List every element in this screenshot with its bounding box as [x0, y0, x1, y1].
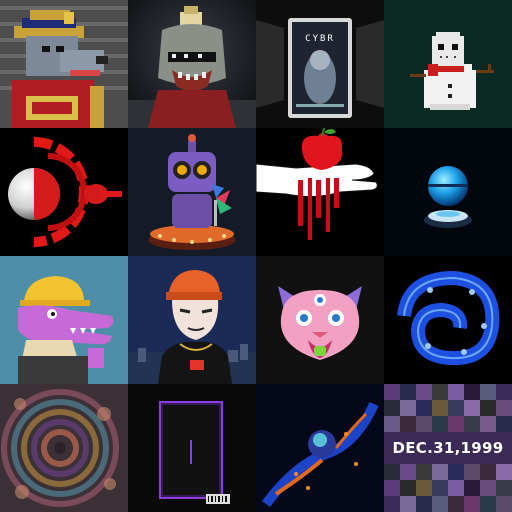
- dec-1999-caption: DEC.31,1999: [392, 439, 504, 457]
- spectral-figure-art: [256, 384, 384, 512]
- tile-orange-beanie-guy[interactable]: [128, 256, 256, 384]
- toy-robot-art: [128, 128, 256, 256]
- red-orb-eye-art: [0, 128, 128, 256]
- tile-pixel-snowman[interactable]: [384, 0, 512, 128]
- blue-orb-art: [384, 128, 512, 256]
- cybr-card-art: [256, 0, 384, 128]
- tile-dec-1999-mosaic[interactable]: DEC.31,1999: [384, 384, 512, 512]
- tile-blue-orb[interactable]: [384, 128, 512, 256]
- robot-zombie-art: [128, 0, 256, 128]
- tile-robot-zombie[interactable]: [128, 0, 256, 128]
- tile-toy-robot[interactable]: [128, 128, 256, 256]
- tile-cybr-card[interactable]: CYBR: [256, 0, 384, 128]
- tile-psychedelic-fractal[interactable]: [0, 384, 128, 512]
- nft-gallery-grid: CYBR DEC.31,1999: [0, 0, 512, 512]
- bleeding-apple-art: [256, 128, 384, 256]
- psychedelic-fractal-art: [0, 384, 128, 512]
- orange-beanie-guy-art: [128, 256, 256, 384]
- tile-blue-neon-swirl[interactable]: [384, 256, 512, 384]
- tile-three-eyed-cat[interactable]: [256, 256, 384, 384]
- pixel-snowman-art: [384, 0, 512, 128]
- cybr-card-title: CYBR: [305, 34, 335, 44]
- purple-crocodile-art: [0, 256, 128, 384]
- tile-bleeding-apple[interactable]: [256, 128, 384, 256]
- pixel-pharaoh-wolf-art: [0, 0, 128, 128]
- tile-red-orb-eye[interactable]: [0, 128, 128, 256]
- neon-card-frame-art: [128, 384, 256, 512]
- blue-neon-swirl-art: [384, 256, 512, 384]
- tile-purple-crocodile[interactable]: [0, 256, 128, 384]
- three-eyed-cat-art: [256, 256, 384, 384]
- tile-pixel-pharaoh-wolf[interactable]: [0, 0, 128, 128]
- tile-neon-card-frame[interactable]: [128, 384, 256, 512]
- tile-spectral-figure[interactable]: [256, 384, 384, 512]
